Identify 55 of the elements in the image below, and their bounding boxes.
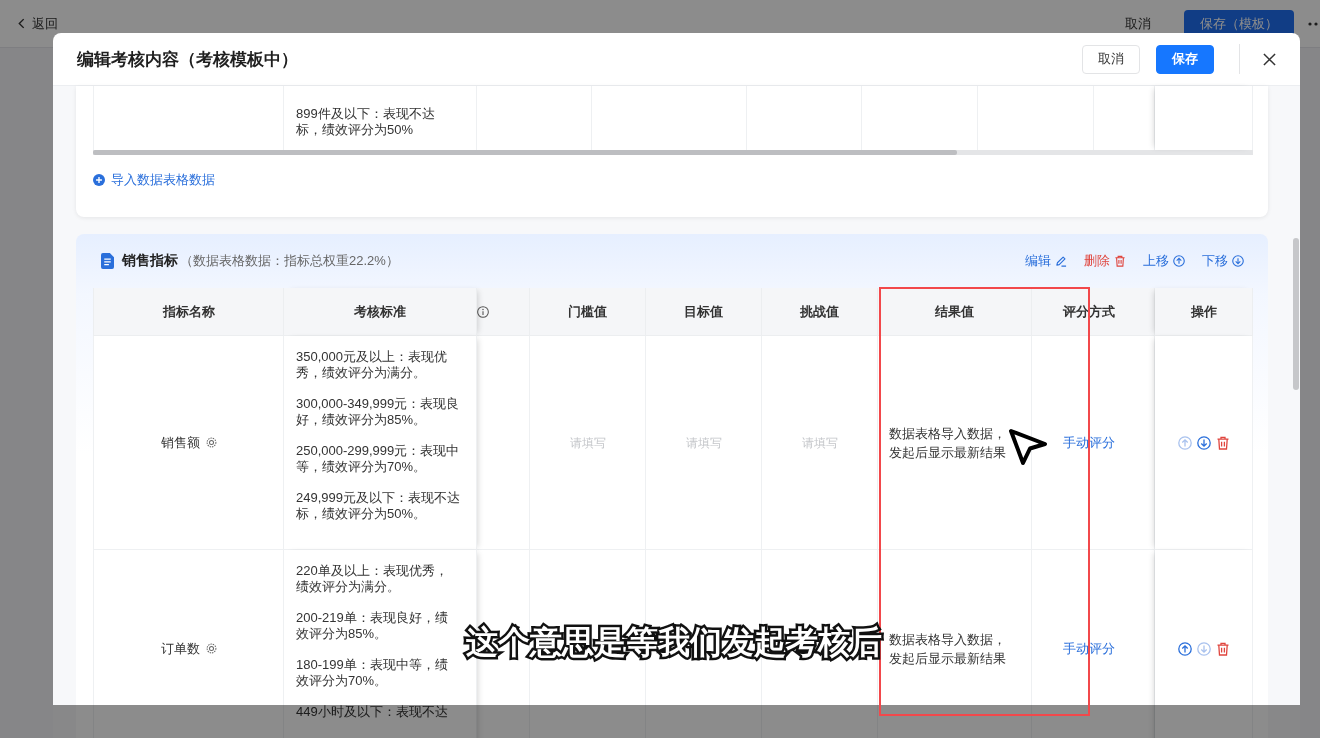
scrollbar-thumb[interactable] bbox=[93, 150, 957, 155]
arrow-up-circle-icon bbox=[1173, 255, 1185, 267]
criteria-text: 200-219单：表现良好，绩效评分为85%。 bbox=[296, 610, 449, 642]
cancel-button[interactable]: 取消 bbox=[1082, 44, 1140, 74]
plus-circle-icon bbox=[93, 174, 105, 186]
criteria-text: 220单及以上：表现优秀，绩效评分为满分。 bbox=[296, 563, 449, 595]
column-header: 操作 bbox=[1155, 288, 1253, 336]
cancel-button[interactable]: 取消 bbox=[1111, 9, 1165, 38]
criteria-text: 180-199单：表现中等，绩效评分为70%。 bbox=[296, 657, 449, 689]
gear-icon[interactable] bbox=[205, 437, 217, 448]
back-button[interactable]: 返回 bbox=[18, 14, 58, 33]
edit-button[interactable]: 编辑 bbox=[1025, 252, 1067, 270]
gear-icon[interactable] bbox=[205, 643, 217, 654]
criteria-text: 250,000-299,999元：表现中等，绩效评分为70%。 bbox=[296, 443, 460, 475]
trash-icon bbox=[1114, 255, 1126, 267]
column-header: 门槛值 bbox=[530, 288, 646, 336]
import-link[interactable]: 导入数据表格数据 bbox=[93, 171, 215, 189]
criteria-text: 449小时及以下：表现不达 bbox=[296, 704, 449, 720]
column-header: 考核标准 bbox=[284, 288, 477, 336]
info-icon[interactable] bbox=[477, 305, 489, 318]
pencil-icon bbox=[1055, 255, 1067, 267]
trash-icon[interactable] bbox=[1215, 641, 1230, 656]
save-button[interactable]: 保存 bbox=[1156, 44, 1214, 74]
move-up-button[interactable]: 上移 bbox=[1143, 252, 1185, 270]
cursor-icon bbox=[1008, 428, 1048, 466]
arrow-down-circle-icon bbox=[1232, 255, 1244, 267]
metric-name: 订单数 bbox=[160, 639, 200, 658]
horizontal-scrollbar[interactable] bbox=[93, 150, 1253, 155]
more-icon[interactable] bbox=[1308, 21, 1320, 26]
criteria-text: 350,000元及以上：表现优秀，绩效评分为满分。 bbox=[296, 349, 448, 381]
scrollbar-thumb[interactable] bbox=[1293, 238, 1299, 390]
column-header: 挑战值 bbox=[762, 288, 878, 336]
column-header: 目标值 bbox=[646, 288, 762, 336]
trash-icon[interactable] bbox=[1215, 435, 1230, 450]
column-header: 指标名称 bbox=[93, 288, 284, 336]
column-header: 结果值 bbox=[878, 288, 1032, 336]
chevron-left-icon bbox=[18, 18, 25, 29]
result-text: 数据表格导入数据，发起后显示最新结果 bbox=[889, 424, 1007, 462]
scoring-link[interactable]: 手动评分 bbox=[1063, 433, 1115, 452]
column-header: 评分方式 bbox=[1032, 288, 1155, 336]
move-down-button[interactable]: 下移 bbox=[1202, 252, 1244, 270]
document-icon bbox=[101, 253, 114, 269]
result-text: 数据表格导入数据，发起后显示最新结果 bbox=[889, 630, 1007, 668]
dialog-title: 编辑考核内容（考核模板中） bbox=[77, 48, 299, 71]
criteria-text: 899件及以下：表现不达标，绩效评分为50% bbox=[296, 106, 436, 138]
criteria-text: 249,999元及以下：表现不达标，绩效评分为50%。 bbox=[296, 490, 460, 522]
section-subtitle: （数据表格数据：指标总权重22.2%） bbox=[180, 252, 399, 270]
scoring-link[interactable]: 手动评分 bbox=[1063, 639, 1115, 658]
close-icon[interactable] bbox=[1263, 52, 1276, 66]
metric-name: 销售额 bbox=[160, 433, 200, 452]
criteria-text: 300,000-349,999元：表现良好，绩效评分为85%。 bbox=[296, 396, 460, 428]
arrow-down-circle-icon[interactable] bbox=[1196, 435, 1211, 450]
arrow-up-circle-icon[interactable] bbox=[1177, 641, 1192, 656]
section-title: 销售指标 bbox=[122, 252, 178, 270]
delete-button[interactable]: 删除 bbox=[1084, 252, 1126, 270]
